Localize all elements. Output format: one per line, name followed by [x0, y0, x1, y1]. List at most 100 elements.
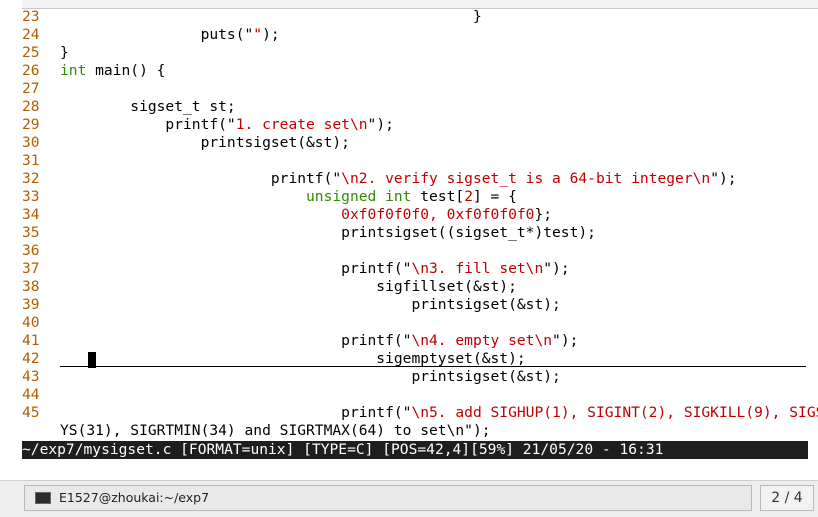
code-line: 32 printf("\n2. verify sigset_t is a 64-… [22, 170, 737, 188]
code-token: " [253, 26, 263, 43]
code-token: printf(" [60, 404, 412, 421]
line-code: } [60, 8, 482, 25]
code-token: printsigset((sigset_t*)test); [60, 224, 596, 241]
line-code: unsigned int test[2] = { [60, 188, 517, 205]
code-token: sigset_t st; [60, 98, 236, 115]
code-line: 26 int main() { [22, 62, 165, 80]
code-token: unsigned [306, 188, 377, 205]
code-token: int [60, 62, 87, 79]
code-line: 30 printsigset(&st); [22, 134, 350, 152]
line-code: } [60, 44, 69, 61]
line-number: 23 [22, 8, 40, 25]
line-code: puts(""); [60, 26, 280, 43]
code-line: 29 printf("1. create set\n"); [22, 116, 394, 134]
line-number: 44 [22, 386, 40, 403]
code-token: "); [552, 332, 579, 349]
line-number: 42 [22, 350, 40, 367]
code-token: \n3. fill set\n [411, 260, 544, 277]
code-line: 31 [22, 152, 60, 170]
code-token: int [385, 188, 412, 205]
line-number: 33 [22, 188, 40, 205]
line-number: 27 [22, 80, 40, 97]
code-line: 39 printsigset(&st); [22, 296, 561, 314]
line-code: printf("1. create set\n"); [60, 116, 394, 133]
code-token: sigfillset(&st); [60, 278, 517, 295]
line-number: 41 [22, 332, 40, 349]
taskbar-window-button[interactable]: E1527@zhoukai:~/exp7 [24, 485, 752, 511]
code-token: \n2. verify sigset_t is a 64-bit integer… [341, 170, 711, 187]
code-token: "); [543, 260, 570, 277]
code-token: test[ [411, 188, 465, 205]
wrapped-continuation-line: YS(31), SIGRTMIN(34) and SIGRTMAX(64) to… [60, 422, 491, 439]
code-token: \n5. add SIGHUP(1), SIGINT(2), SIGKILL(9… [411, 404, 818, 421]
line-number: 43 [22, 368, 40, 385]
line-code: 0xf0f0f0f0, 0xf0f0f0f0}; [60, 206, 552, 223]
code-line: 37 printf("\n3. fill set\n"); [22, 260, 570, 278]
line-number: 35 [22, 224, 40, 241]
line-code: printf("\n5. add SIGHUP(1), SIGINT(2), S… [60, 404, 818, 421]
line-code: printsigset((sigset_t*)test); [60, 224, 596, 241]
line-number: 29 [22, 116, 40, 133]
code-token: "); [710, 170, 737, 187]
line-number: 31 [22, 152, 40, 169]
cursor-line-underline [60, 366, 806, 367]
line-number: 38 [22, 278, 40, 295]
code-line: 24 puts(""); [22, 26, 280, 44]
taskbar: E1527@zhoukai:~/exp7 2 / 4 [0, 480, 818, 517]
vim-status-line: ~/exp7/mysigset.c [FORMAT=unix] [TYPE=C]… [22, 441, 808, 459]
line-code: printsigset(&st); [60, 296, 561, 313]
code-token: printf(" [60, 332, 412, 349]
code-token: \n4. empty set\n [411, 332, 553, 349]
line-number: 26 [22, 62, 40, 79]
terminal-icon [35, 492, 51, 504]
code-token: printf(" [60, 260, 412, 277]
terminal-window[interactable]: 23 } 24 puts(""); 25} 26 int main() {27 28 si… [22, 0, 818, 460]
line-number: 36 [22, 242, 40, 259]
code-token: "); [367, 116, 394, 133]
line-number: 30 [22, 134, 40, 151]
taskbar-window-label: E1527@zhoukai:~/exp7 [59, 490, 210, 505]
code-line: 43 printsigset(&st); [22, 368, 561, 386]
line-number: 40 [22, 314, 40, 331]
code-line: 36 [22, 242, 60, 260]
code-token: printsigset(&st); [60, 368, 561, 385]
line-code: printsigset(&st); [60, 368, 561, 385]
line-code: sigfillset(&st); [60, 278, 517, 295]
code-line: 23 } [22, 8, 482, 26]
line-code: sigemptyset(&st); [60, 350, 526, 367]
code-line: 44 [22, 386, 60, 404]
line-number: 45 [22, 404, 40, 421]
line-number: 32 [22, 170, 40, 187]
line-code: int main() { [60, 62, 165, 79]
line-code: printf("\n3. fill set\n"); [60, 260, 570, 277]
code-line: 34 0xf0f0f0f0, 0xf0f0f0f0}; [22, 206, 552, 224]
line-number: 37 [22, 260, 40, 277]
code-line: 25} [22, 44, 69, 62]
code-line: 35 printsigset((sigset_t*)test); [22, 224, 596, 242]
line-number: 34 [22, 206, 40, 223]
code-token: } [60, 8, 482, 25]
code-token: ] = { [472, 188, 517, 205]
code-line: 27 [22, 80, 60, 98]
code-token: 2 [464, 188, 473, 205]
code-token: } [60, 44, 69, 61]
code-token: sigemptyset(&st); [60, 350, 526, 367]
text-cursor [88, 352, 96, 368]
code-token: 0xf0f0f0f0, 0xf0f0f0f0 [341, 206, 535, 223]
line-number: 24 [22, 26, 40, 43]
code-line: 45 printf("\n5. add SIGHUP(1), SIGINT(2)… [22, 404, 818, 422]
workspace-pager[interactable]: 2 / 4 [760, 485, 814, 511]
line-code: printf("\n4. empty set\n"); [60, 332, 578, 349]
code-token: }; [534, 206, 553, 223]
code-line: 28 sigset_t st; [22, 98, 236, 116]
code-token: printsigset(&st); [60, 296, 561, 313]
code-token: puts(" [60, 26, 254, 43]
line-number: 25 [22, 44, 40, 61]
line-code: printsigset(&st); [60, 134, 350, 151]
code-line: 40 [22, 314, 60, 332]
code-token: main() { [86, 62, 166, 79]
line-number: 28 [22, 98, 40, 115]
